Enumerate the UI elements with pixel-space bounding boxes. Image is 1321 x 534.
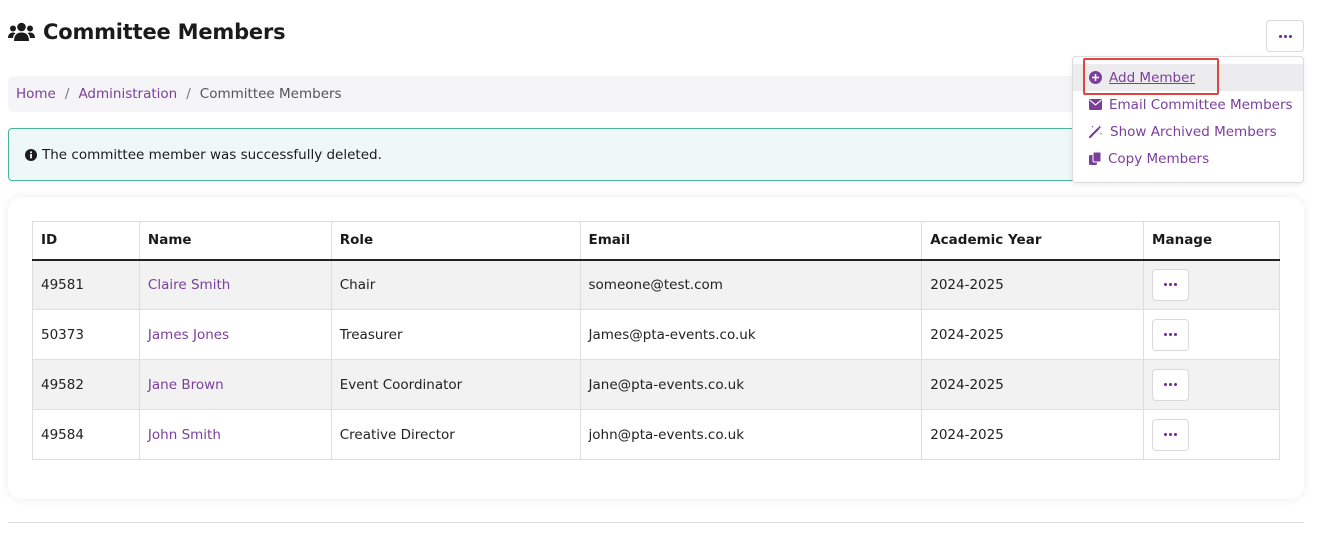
table-row: 49582 Jane Brown Event Coordinator Jane@… [32,359,1280,410]
cell-email: Jane@pta-events.co.uk [579,359,923,410]
cell-role: Event Coordinator [330,359,581,410]
cell-academic-year: 2024-2025 [921,309,1145,360]
cell-role: Treasurer [330,309,581,360]
column-header-id[interactable]: ID [32,221,140,261]
member-name-link[interactable]: John Smith [148,427,221,443]
members-table: ID Name Role Email Academic Year Manage … [32,221,1280,460]
divider [8,522,1304,523]
row-manage-button[interactable] [1152,318,1190,351]
column-header-name[interactable]: Name [138,221,332,261]
copy-icon [1089,152,1101,165]
breadcrumb-separator: / [64,86,70,102]
members-card: ID Name Role Email Academic Year Manage … [8,197,1304,499]
breadcrumb-separator: / [186,86,191,102]
table-row: 50373 James Jones Treasurer James@pta-ev… [32,309,1280,360]
menu-item-show-archived-members[interactable]: Show Archived Members [1073,118,1303,145]
alert-message: The committee member was successfully de… [42,146,382,163]
more-actions-button[interactable] [1266,20,1304,52]
row-manage-button[interactable] [1152,268,1190,301]
cell-academic-year: 2024-2025 [921,359,1145,410]
menu-item-label: Email Committee Members [1109,96,1293,113]
cell-manage [1143,259,1280,310]
menu-item-label: Show Archived Members [1110,123,1277,140]
menu-item-label: Copy Members [1108,150,1210,167]
ellipsis-icon [1278,34,1292,38]
ellipsis-icon [1164,283,1178,287]
cell-manage [1143,359,1280,410]
cell-name: James Jones [138,309,332,360]
page-header: Committee Members [8,14,286,50]
table-row: 49584 John Smith Creative Director john@… [32,409,1280,460]
column-header-manage: Manage [1143,221,1280,261]
cell-name: Claire Smith [138,259,332,310]
row-manage-button[interactable] [1152,368,1190,401]
breadcrumb-current: Committee Members [199,86,342,102]
actions-dropdown-menu: Add Member Email Committee Members Show … [1072,56,1304,183]
cell-id: 49581 [32,259,140,310]
ellipsis-icon [1164,433,1178,436]
member-name-link[interactable]: Jane Brown [148,377,224,393]
ellipsis-icon [1164,333,1178,336]
menu-item-copy-members[interactable]: Copy Members [1073,145,1303,172]
cell-name: Jane Brown [138,359,332,410]
member-name-link[interactable]: Claire Smith [148,277,230,293]
cell-academic-year: 2024-2025 [921,409,1145,460]
cell-manage [1143,309,1280,360]
menu-item-add-member[interactable]: Add Member [1073,64,1303,91]
cell-id: 50373 [32,309,140,360]
envelope-icon [1089,99,1102,110]
cell-id: 49582 [32,359,140,410]
plus-circle-icon [1089,71,1102,84]
column-header-role[interactable]: Role [330,221,581,261]
info-circle-icon [25,148,37,161]
cell-email: someone@test.com [579,259,923,310]
cell-academic-year: 2024-2025 [921,259,1145,310]
row-manage-button[interactable] [1152,418,1190,451]
menu-item-label: Add Member [1109,69,1195,86]
page-title: Committee Members [43,20,286,44]
cell-role: Creative Director [330,409,581,460]
cell-email: john@pta-events.co.uk [579,409,923,460]
column-header-email[interactable]: Email [579,221,923,261]
breadcrumb-home[interactable]: Home [16,86,56,102]
users-icon [8,22,35,42]
table-header-row: ID Name Role Email Academic Year Manage [32,221,1280,261]
column-header-academic-year[interactable]: Academic Year [921,221,1145,261]
cell-name: John Smith [138,409,332,460]
page: Committee Members Home / Administration … [0,0,1321,534]
cell-id: 49584 [32,409,140,460]
cell-role: Chair [330,259,581,310]
cell-manage [1143,409,1280,460]
ellipsis-icon [1164,383,1178,386]
member-name-link[interactable]: James Jones [148,327,229,343]
magic-wand-icon [1089,125,1103,138]
breadcrumb-administration[interactable]: Administration [78,86,177,102]
cell-email: James@pta-events.co.uk [579,309,923,360]
table-row: 49581 Claire Smith Chair someone@test.co… [32,259,1280,310]
menu-item-email-committee-members[interactable]: Email Committee Members [1073,91,1303,118]
